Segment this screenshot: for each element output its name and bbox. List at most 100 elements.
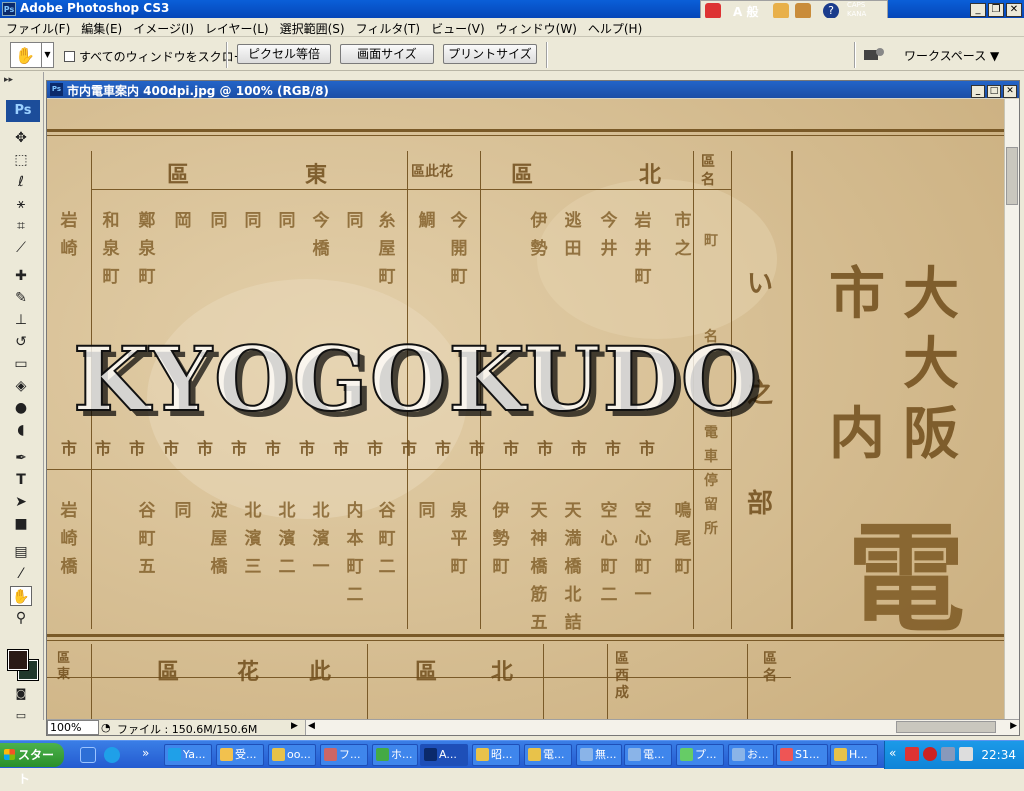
vertical-scroll-thumb[interactable] bbox=[1006, 147, 1018, 205]
vertical-scrollbar[interactable] bbox=[1004, 99, 1019, 721]
task-button[interactable]: oo... bbox=[268, 744, 316, 766]
header-north: 北 bbox=[639, 162, 662, 188]
slice-tool-icon[interactable]: ⟋ bbox=[10, 238, 32, 258]
pen-tool-icon[interactable]: ✒ bbox=[10, 448, 32, 468]
minimize-button[interactable]: _ bbox=[970, 3, 986, 17]
tool-preset-picker[interactable]: ✋ ▼ bbox=[10, 42, 54, 68]
marquee-tool-icon[interactable]: ⬚ bbox=[10, 150, 32, 170]
menu-window[interactable]: ウィンドウ(W) bbox=[490, 18, 582, 37]
workspace-menu[interactable]: ワークスペース ▼ bbox=[904, 47, 999, 64]
task-button[interactable]: 無... bbox=[576, 744, 622, 766]
quicklaunch-more-icon[interactable]: » bbox=[142, 746, 149, 760]
show-desktop-icon[interactable] bbox=[80, 747, 96, 763]
ime-tool-icon[interactable] bbox=[773, 3, 789, 19]
doc-maximize-button[interactable]: □ bbox=[987, 85, 1001, 98]
ime-language-bar[interactable]: A 般 ? CAPS KANA bbox=[700, 0, 888, 20]
task-button[interactable]: 昭... bbox=[472, 744, 520, 766]
start-button[interactable]: スタート bbox=[0, 743, 64, 786]
actual-pixels-button[interactable]: ピクセル等倍 bbox=[237, 44, 331, 64]
healing-brush-tool-icon[interactable]: ✚ bbox=[10, 266, 32, 286]
cell-text: 天神橋筋五 bbox=[530, 501, 548, 633]
document-title-bar[interactable]: Ps 市内電車案内 400dpi.jpg @ 100% (RGB/8) _ □ ✕ bbox=[47, 81, 1019, 98]
doc-close-button[interactable]: ✕ bbox=[1003, 85, 1017, 98]
task-button[interactable]: お... bbox=[728, 744, 774, 766]
path-selection-tool-icon[interactable]: ➤ bbox=[10, 492, 32, 512]
help-icon[interactable]: ? bbox=[823, 3, 839, 19]
volume-tray-icon[interactable] bbox=[959, 747, 973, 761]
fit-screen-button[interactable]: 画面サイズ bbox=[340, 44, 434, 64]
bridge-button[interactable] bbox=[862, 44, 886, 64]
pdf-tray-icon[interactable] bbox=[905, 747, 919, 761]
history-brush-tool-icon[interactable]: ↺ bbox=[10, 332, 32, 352]
task-button[interactable]: プ... bbox=[676, 744, 724, 766]
status-menu-arrow-icon[interactable]: ▶ bbox=[291, 721, 298, 731]
task-button[interactable]: ホ... bbox=[372, 744, 418, 766]
notes-tool-icon[interactable]: ▤ bbox=[10, 542, 32, 562]
task-button[interactable]: 受... bbox=[216, 744, 264, 766]
menu-select[interactable]: 選択範囲(S) bbox=[274, 18, 350, 37]
tools-panel: ▸▸ Ps ✥ ⬚ ℓ ⚹ ⌗ ⟋ ✚ ✎ ⊥ ↺ ▭ ◈ ● ◖ ✒ T ➤ … bbox=[0, 72, 44, 722]
task-button-photoshop[interactable]: A... bbox=[420, 744, 468, 766]
security-tray-icon[interactable] bbox=[923, 747, 937, 761]
horizontal-scrollbar[interactable]: ◀ ▶ bbox=[305, 720, 1019, 735]
dodge-tool-icon[interactable]: ◖ bbox=[10, 420, 32, 440]
photoshop-logo-icon[interactable]: Ps bbox=[6, 100, 40, 122]
blur-tool-icon[interactable]: ● bbox=[10, 398, 32, 418]
crop-tool-icon[interactable]: ⌗ bbox=[10, 216, 32, 236]
folder-icon bbox=[834, 748, 847, 761]
hand-icon: ✋ bbox=[15, 46, 35, 65]
status-info-icon[interactable]: ◔ bbox=[101, 721, 111, 734]
foreground-color-swatch[interactable] bbox=[7, 649, 29, 671]
task-button[interactable]: Ya... bbox=[164, 744, 212, 766]
task-button[interactable]: 電... bbox=[524, 744, 572, 766]
paint-bucket-tool-icon[interactable]: ◈ bbox=[10, 376, 32, 396]
doc-minimize-button[interactable]: _ bbox=[971, 85, 985, 98]
network-tray-icon[interactable] bbox=[941, 747, 955, 761]
menu-filter[interactable]: フィルタ(T) bbox=[350, 18, 425, 37]
menu-edit[interactable]: 編集(E) bbox=[75, 18, 127, 37]
scroll-all-windows-option[interactable]: すべてのウィンドウをスクロール bbox=[64, 48, 258, 65]
scroll-right-icon[interactable]: ▶ bbox=[1010, 721, 1017, 731]
app-icon bbox=[680, 748, 693, 761]
lasso-tool-icon[interactable]: ℓ bbox=[10, 172, 32, 192]
tray-expand-icon[interactable]: « bbox=[889, 746, 896, 760]
cell-text: 北濱二 bbox=[278, 501, 296, 577]
chevron-down-icon[interactable]: ▼ bbox=[41, 43, 53, 67]
hand-tool-icon[interactable]: ✋ bbox=[10, 586, 32, 606]
image-canvas[interactable]: 區 東 區此花 區 北 區名 市之 岩井町 今井 逃田 伊勢 今開町 鯛 糸屋町… bbox=[47, 99, 1005, 721]
rectangle-tool-icon[interactable]: ■ bbox=[10, 514, 32, 534]
row-city-markers: 市市市市市市市市市市市市市市市市市市 bbox=[61, 439, 674, 458]
scroll-all-checkbox[interactable] bbox=[64, 51, 75, 62]
menu-help[interactable]: ヘルプ(H) bbox=[582, 18, 647, 37]
restore-button[interactable]: ❐ bbox=[988, 3, 1004, 17]
scroll-left-icon[interactable]: ◀ bbox=[308, 721, 315, 731]
task-button[interactable]: 電... bbox=[624, 744, 672, 766]
panel-grip-icon[interactable]: ▸▸ bbox=[4, 75, 13, 85]
screen-mode-icon[interactable]: ▭ bbox=[10, 706, 32, 726]
type-tool-icon[interactable]: T bbox=[10, 470, 32, 490]
bottom-header-nishinari: 區西成 bbox=[615, 651, 629, 701]
menu-view[interactable]: ビュー(V) bbox=[425, 18, 490, 37]
task-button[interactable]: H... bbox=[830, 744, 878, 766]
ime-icon[interactable] bbox=[705, 3, 721, 19]
close-button[interactable]: ✕ bbox=[1006, 3, 1022, 17]
zoom-tool-icon[interactable]: ⚲ bbox=[10, 608, 32, 628]
eyedropper-tool-icon[interactable]: ⁄ bbox=[10, 564, 32, 584]
task-button[interactable]: フ... bbox=[320, 744, 368, 766]
menu-layer[interactable]: レイヤー(L) bbox=[199, 18, 274, 37]
quick-mask-icon[interactable]: ◙ bbox=[10, 684, 32, 704]
brush-tool-icon[interactable]: ✎ bbox=[10, 288, 32, 308]
menu-file[interactable]: ファイル(F) bbox=[0, 18, 75, 37]
print-size-button[interactable]: プリントサイズ bbox=[443, 44, 537, 64]
eraser-tool-icon[interactable]: ▭ bbox=[10, 354, 32, 374]
app-icon bbox=[376, 748, 389, 761]
task-button[interactable]: S1... bbox=[776, 744, 828, 766]
internet-explorer-icon[interactable] bbox=[104, 747, 120, 763]
zoom-level-field[interactable]: 100% bbox=[47, 720, 99, 735]
clone-stamp-tool-icon[interactable]: ⊥ bbox=[10, 310, 32, 330]
magic-wand-tool-icon[interactable]: ⚹ bbox=[10, 194, 32, 214]
move-tool-icon[interactable]: ✥ bbox=[10, 128, 32, 148]
menu-image[interactable]: イメージ(I) bbox=[127, 18, 199, 37]
ime-dictionary-icon[interactable] bbox=[795, 3, 811, 19]
horizontal-scroll-thumb[interactable] bbox=[896, 721, 996, 733]
